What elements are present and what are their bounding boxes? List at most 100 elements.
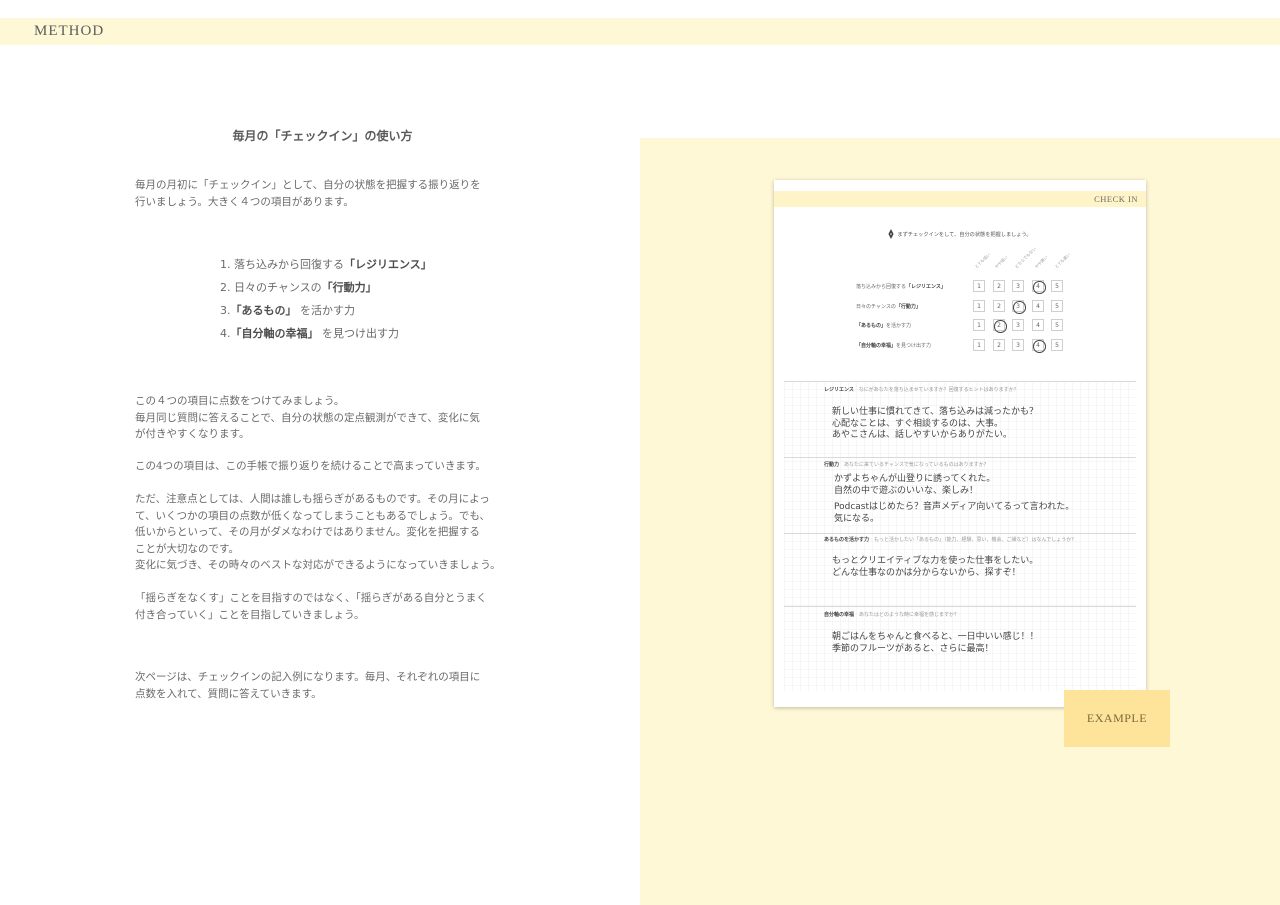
text-line: この4つの項目は、この手帳で振り返りを続けることで高まっていきます。 bbox=[135, 460, 486, 472]
row-label-text: 日々のチャンスの bbox=[856, 304, 896, 310]
list-item: 1. 落ち込みから回復する「レジリエンス」 bbox=[220, 256, 432, 279]
text-line: 毎月同じ質問に答えることで、自分の状態の定点観測ができて、変化に気 bbox=[135, 411, 480, 424]
list-item: 4.「自分軸の幸福」 を見つけ出す力 bbox=[220, 325, 432, 348]
score-cell: 5 bbox=[1051, 280, 1063, 292]
row-label-text: 落ち込みから回復する bbox=[856, 284, 907, 290]
next-page-paragraph: 次ページは、チェックインの記入例になります。毎月、それぞれの項目に 点数を入れて… bbox=[135, 669, 515, 702]
list-item: 3.「あるもの」 を活かす力 bbox=[220, 302, 432, 325]
answer-line: 自然の中で遊ぶのいいな、楽しみ！ bbox=[834, 485, 979, 496]
section-title-text: あるものを活かす力 bbox=[824, 537, 870, 543]
section-title: 自分軸の幸福 あなたはどのような時に幸福を感じますか？ bbox=[824, 611, 959, 618]
rating-row-label: 「あるもの」を活かす力 bbox=[856, 322, 956, 329]
row-label-keyword: 「自分軸の幸福」 bbox=[856, 343, 897, 349]
item-keyword: 「自分軸の幸福」 bbox=[230, 327, 319, 340]
handwritten-answer: かずよちゃんが山登りに誘ってくれた。 自然の中で遊ぶのいいな、楽しみ！ Podc… bbox=[834, 474, 1074, 525]
answer-line: 朝ごはんをちゃんと食べると、一日中いい感じ！！ bbox=[832, 632, 1039, 642]
score-cell: 5 bbox=[1051, 319, 1063, 331]
sheet-header-band bbox=[774, 191, 1146, 207]
growth-paragraph: この4つの項目は、この手帳で振り返りを続けることで高まっていきます。 bbox=[135, 458, 515, 475]
score-cell: 2 bbox=[993, 319, 1007, 333]
answer-line: あやこさんは、話しやすいからありがたい。 bbox=[832, 430, 1012, 440]
sheet-header-label: CHECK IN bbox=[1094, 194, 1138, 204]
score-cell: 2 bbox=[993, 300, 1005, 312]
handwritten-answer: もっとクリエイティブな力を使った仕事をしたい。 どんな仕事なのかは分からないから… bbox=[832, 556, 1038, 579]
answer-line: どんな仕事なのかは分からないから、探すぞ！ bbox=[832, 567, 1021, 578]
fluctuation-paragraph: 「揺らぎをなくす」ことを目指すのではなく、「揺らぎがある自分とうまく 付き合って… bbox=[135, 590, 515, 623]
scale-header: とても低い bbox=[973, 251, 992, 270]
score-cell: 3 bbox=[1012, 280, 1024, 292]
section-title-text: 行動力 bbox=[824, 462, 840, 468]
score-cell: 2 bbox=[993, 280, 1005, 292]
score-cell: 5 bbox=[1051, 300, 1063, 312]
score-cell: 3 bbox=[1012, 319, 1024, 331]
section-question: もっと活かしたい「あるもの」（能力、経験、思い、機会、ご縁など）はなんでしょうか… bbox=[874, 537, 1077, 543]
answer-line: 気になる。 bbox=[834, 513, 880, 524]
section-divider bbox=[784, 533, 1136, 534]
item-keyword: 「レジリエンス」 bbox=[344, 258, 432, 271]
section-title-text: 自分軸の幸福 bbox=[824, 612, 855, 618]
text-line: 付き合っていく」ことを目指していきましょう。 bbox=[135, 608, 365, 621]
score-cell: 1 bbox=[973, 339, 985, 351]
section-title: 行動力 あなたに来ているチャンスで気になっているものはありますか？ bbox=[824, 461, 989, 468]
list-item: 2. 日々のチャンスの「行動力」 bbox=[220, 279, 432, 302]
section-question: なにがあなたを落ち込ませていますか？回復するヒントはありますか？ bbox=[858, 387, 1019, 393]
text-line: が付きやすくなります。 bbox=[135, 428, 250, 440]
row-label-keyword: 「あるもの」 bbox=[856, 323, 887, 329]
item-number: 2. bbox=[220, 281, 231, 294]
pen-nib-icon bbox=[888, 229, 895, 239]
score-cell: 1 bbox=[973, 280, 985, 292]
section-divider bbox=[784, 381, 1136, 382]
row-label-keyword: 「行動力」 bbox=[895, 304, 921, 310]
item-keyword: 「あるもの」 bbox=[230, 304, 297, 317]
item-number: 3. bbox=[220, 304, 231, 317]
item-list: 1. 落ち込みから回復する「レジリエンス」 2. 日々のチャンスの「行動力」 3… bbox=[220, 256, 432, 348]
answer-line: 心配なことは、すぐ相談するのは、大事。 bbox=[832, 418, 1004, 429]
rating-row-label: 落ち込みから回復する「レジリエンス」 bbox=[856, 283, 956, 290]
scale-header: とても高い bbox=[1053, 251, 1072, 270]
sheet-intro: まずチェックインをして、自分の状態を把握しましょう。 bbox=[774, 229, 1146, 239]
rating-row-label: 日々のチャンスの「行動力」 bbox=[856, 303, 956, 310]
scale-header: やや高い bbox=[1033, 254, 1049, 270]
section-divider bbox=[784, 606, 1136, 607]
text-line: 低いからといって、その月がダメなわけではありません。変化を把握する bbox=[135, 526, 480, 538]
text-line: 毎月の月初に「チェックイン」として、自分の状態を把握する振り返りを bbox=[135, 179, 481, 191]
item-text: を見つけ出す力 bbox=[322, 327, 399, 340]
example-label: EXAMPLE bbox=[1086, 711, 1148, 725]
text-line: ただ、注意点としては、人間は誰しも揺らぎがあるものです。その月によっ bbox=[135, 493, 490, 505]
answer-line: かずよちゃんが山登りに誘ってくれた。 bbox=[834, 474, 996, 484]
score-cell: 2 bbox=[993, 339, 1005, 351]
item-keyword: 「行動力」 bbox=[321, 281, 377, 294]
row-label-text: を見つけ出す力 bbox=[896, 343, 932, 349]
score-paragraph: この４つの項目に点数をつけてみましょう。 毎月同じ質問に答えることで、自分の状態… bbox=[135, 393, 515, 443]
item-text: 日々のチャンスの bbox=[234, 281, 322, 294]
section-question: あなたに来ているチャンスで気になっているものはありますか？ bbox=[844, 462, 989, 468]
text-line: ことが大切なのです。 bbox=[135, 542, 239, 555]
item-number: 4. bbox=[220, 327, 231, 340]
handwritten-answer: 新しい仕事に慣れてきて、落ち込みは減ったかも？ 心配なことは、すぐ相談するのは、… bbox=[832, 407, 1038, 442]
answer-line: Podcastはじめたら？音声メディア向いてるって言われた。 bbox=[834, 502, 1075, 512]
checkin-example-sheet: CHECK IN まずチェックインをして、自分の状態を把握しましょう。 とても低… bbox=[774, 180, 1146, 707]
score-cell: 3 bbox=[1012, 300, 1026, 314]
section-label: METHOD bbox=[34, 23, 105, 39]
scale-header: やや低い bbox=[993, 254, 1009, 270]
item-number: 1. bbox=[220, 258, 231, 271]
rating-row-label: 「自分軸の幸福」を見つけ出す力 bbox=[856, 342, 956, 349]
score-cell: 1 bbox=[973, 319, 985, 331]
section-question: あなたはどのような時に幸福を感じますか？ bbox=[859, 612, 960, 618]
text-line: 変化に気づき、その時々のベストな対応ができるようになっていきましょう。 bbox=[135, 559, 501, 571]
score-cell: 4 bbox=[1032, 300, 1044, 312]
header-band bbox=[0, 18, 1280, 45]
item-text: 落ち込みから回復する bbox=[234, 258, 344, 271]
page-title: 毎月の「チェックイン」の使い方 bbox=[232, 129, 413, 143]
score-cell: 1 bbox=[973, 300, 985, 312]
section-title: あるものを活かす力 もっと活かしたい「あるもの」（能力、経験、思い、機会、ご縁など… bbox=[824, 536, 1076, 543]
text-line: 「揺らぎをなくす」ことを目指すのではなく、「揺らぎがある自分とうまく bbox=[135, 592, 487, 604]
answer-line: 季節のフルーツがあると、さらに最高！ bbox=[832, 643, 994, 654]
text-line: て、いくつかの項目の点数が低くなってしまうこともあるでしょう。でも、 bbox=[135, 509, 491, 522]
score-cell: 4 bbox=[1032, 339, 1046, 353]
score-cell: 4 bbox=[1032, 280, 1046, 294]
score-cell: 4 bbox=[1032, 319, 1044, 331]
score-cell: 5 bbox=[1051, 339, 1063, 351]
row-label-keyword: 「レジリエンス」 bbox=[906, 284, 946, 290]
text-line: 点数を入れて、質問に答えていきます。 bbox=[135, 687, 322, 700]
